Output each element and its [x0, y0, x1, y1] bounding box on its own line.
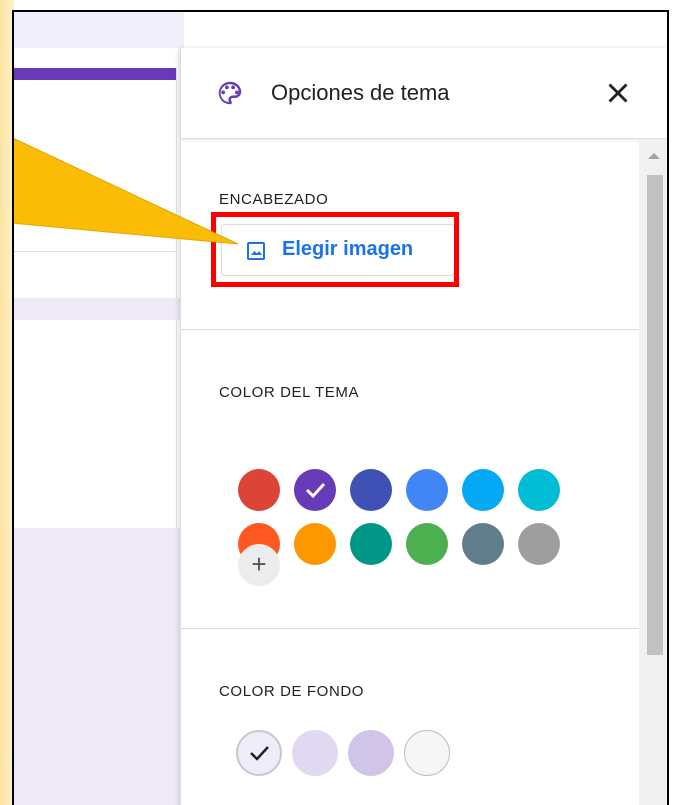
- theme-color-swatch[interactable]: [406, 469, 448, 511]
- theme-color-swatch[interactable]: [406, 523, 448, 565]
- background-color-label: COLOR DE FONDO: [219, 683, 365, 700]
- close-icon[interactable]: [601, 76, 635, 110]
- panel-title: Opciones de tema: [271, 80, 450, 105]
- theme-stripe: [14, 68, 176, 80]
- add-custom-color-button[interactable]: +: [238, 544, 280, 586]
- theme-options-panel: Opciones de tema ENCABEZADO Elegir image…: [180, 48, 667, 805]
- form-question-card[interactable]: [14, 320, 177, 528]
- screenshot-frame: Opciones de tema ENCABEZADO Elegir image…: [12, 10, 669, 805]
- scroll-up-arrow[interactable]: [648, 153, 660, 159]
- theme-color-swatch[interactable]: [518, 523, 560, 565]
- preview-topbar: [14, 12, 184, 48]
- preview-background: [14, 528, 184, 805]
- theme-color-section: COLOR DEL TEMA +: [181, 330, 639, 629]
- theme-color-label: COLOR DEL TEMA: [219, 384, 360, 401]
- background-color-swatch[interactable]: [348, 730, 394, 776]
- background-color-section: COLOR DE FONDO: [181, 629, 639, 805]
- theme-color-swatch[interactable]: [238, 469, 280, 511]
- theme-color-swatch[interactable]: [462, 469, 504, 511]
- form-header-card[interactable]: [14, 68, 177, 299]
- theme-color-swatch[interactable]: [350, 523, 392, 565]
- scroll-thumb[interactable]: [647, 175, 663, 655]
- background-color-swatch[interactable]: [236, 730, 282, 776]
- panel-header: Opciones de tema: [181, 48, 667, 139]
- check-icon: [305, 482, 326, 499]
- form-preview: [14, 12, 184, 805]
- panel-scrollbar[interactable]: [639, 139, 667, 805]
- background-color-swatch[interactable]: [292, 730, 338, 776]
- theme-color-swatch[interactable]: [350, 469, 392, 511]
- background-color-swatch[interactable]: [404, 730, 450, 776]
- palette-icon: [218, 81, 242, 105]
- theme-color-swatch[interactable]: [294, 469, 336, 511]
- preview-band: [14, 298, 184, 320]
- header-section-label: ENCABEZADO: [219, 191, 329, 208]
- theme-color-swatch[interactable]: [462, 523, 504, 565]
- check-icon: [250, 746, 269, 761]
- card-divider: [14, 251, 176, 252]
- theme-color-swatch[interactable]: [294, 523, 336, 565]
- highlight-box: [211, 212, 459, 287]
- header-section: ENCABEZADO Elegir imagen: [181, 139, 639, 330]
- theme-color-swatch[interactable]: [518, 469, 560, 511]
